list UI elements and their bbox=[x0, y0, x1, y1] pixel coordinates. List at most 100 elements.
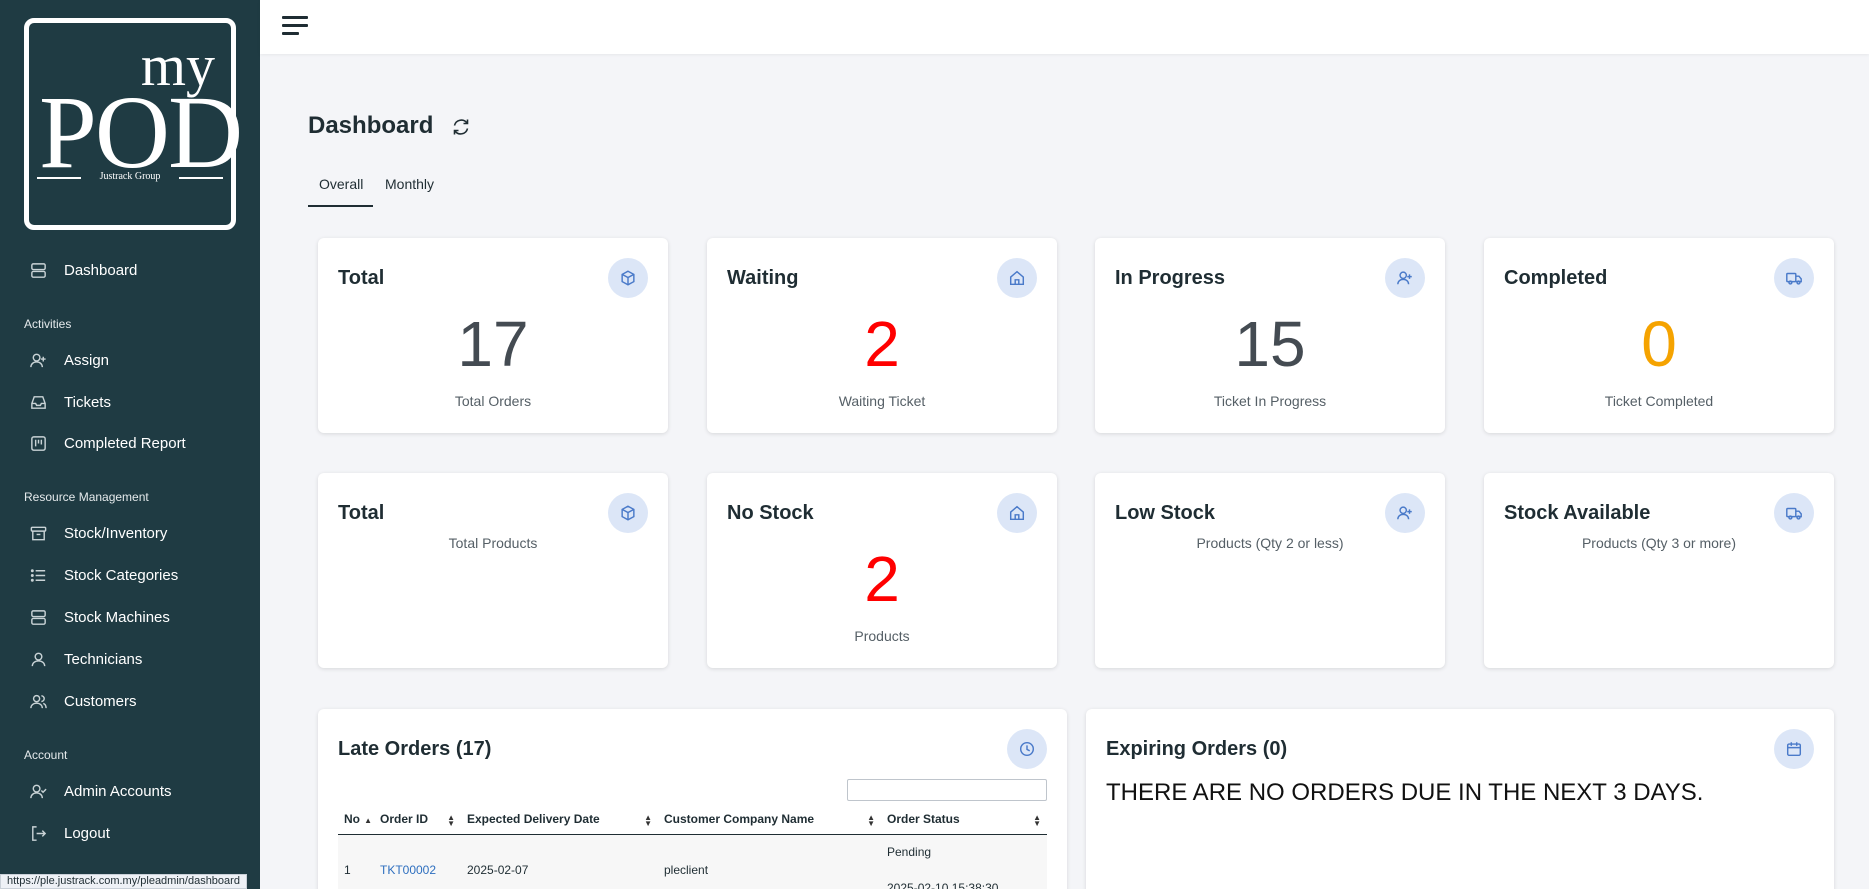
card-title: Waiting bbox=[727, 267, 799, 289]
no-expiring-orders-message: THERE ARE NO ORDERS DUE IN THE NEXT 3 DA… bbox=[1106, 779, 1704, 806]
card-caption: Total Products bbox=[448, 535, 538, 551]
column-header-order-status[interactable]: Order Status ▲ ▼ bbox=[881, 804, 1047, 835]
sidebar-item-assign[interactable]: Assign bbox=[0, 341, 260, 379]
sort-icon: ▲ ▼ bbox=[867, 813, 875, 828]
cube-icon bbox=[608, 493, 648, 533]
card-caption: Waiting Ticket bbox=[838, 393, 926, 409]
server-icon bbox=[28, 260, 48, 280]
card-title: Stock Available bbox=[1504, 502, 1651, 524]
card-title: Late Orders (17) bbox=[338, 738, 492, 760]
user-plus-icon bbox=[28, 350, 48, 370]
sidebar-item-tickets[interactable]: Tickets bbox=[0, 383, 260, 421]
sidebar-item-stock-categories[interactable]: Stock Categories bbox=[0, 556, 260, 594]
clock-icon bbox=[1007, 729, 1047, 769]
card-title: In Progress bbox=[1115, 267, 1226, 289]
column-header-no[interactable]: No ▲ bbox=[338, 804, 374, 835]
sidebar-item-dashboard[interactable]: Dashboard bbox=[0, 251, 260, 289]
truck-icon bbox=[1774, 258, 1814, 298]
card-in-progress: In Progress 15 Ticket In Progress bbox=[1095, 238, 1445, 433]
no-stock-value: 2 bbox=[864, 543, 900, 615]
users-icon bbox=[28, 691, 48, 711]
sidebar-item-completed-report[interactable]: Completed Report bbox=[0, 424, 260, 462]
card-total-products: Total Total Products bbox=[318, 473, 668, 668]
user-plus-icon bbox=[1385, 493, 1425, 533]
sidebar-item-label: Completed Report bbox=[64, 434, 186, 452]
sidebar-item-label: Stock Machines bbox=[64, 608, 170, 626]
sort-icon: ▲ ▼ bbox=[447, 813, 455, 828]
logo-divider-right bbox=[179, 177, 223, 179]
card-caption: Products (Qty 3 or more) bbox=[1581, 535, 1737, 551]
sidebar-item-label: Technicians bbox=[64, 650, 143, 668]
column-header-customer-company-name[interactable]: Customer Company Name ▲ ▼ bbox=[658, 804, 881, 835]
tab-monthly[interactable]: Monthly bbox=[385, 176, 434, 192]
tab-overall[interactable]: Overall bbox=[319, 176, 363, 192]
archive-icon bbox=[28, 523, 48, 543]
cube-icon bbox=[608, 258, 648, 298]
refresh-icon[interactable] bbox=[450, 116, 472, 138]
section-resource-management: Resource Management bbox=[24, 490, 149, 504]
sidebar-item-label: Logout bbox=[64, 824, 110, 842]
order-id-link[interactable]: TKT00002 bbox=[380, 863, 436, 877]
sidebar: my POD Justrack Group Dashboard Activiti… bbox=[0, 0, 260, 889]
sidebar-item-customers[interactable]: Customers bbox=[0, 682, 260, 720]
page-title: Dashboard bbox=[308, 112, 434, 139]
card-caption: Ticket In Progress bbox=[1213, 393, 1327, 409]
sidebar-item-label: Stock/Inventory bbox=[64, 524, 168, 542]
card-title: Low Stock bbox=[1115, 502, 1216, 524]
card-caption: Ticket Completed bbox=[1604, 393, 1714, 409]
late-orders-search-input[interactable] bbox=[847, 779, 1047, 801]
user-check-icon bbox=[28, 781, 48, 801]
column-header-expected-delivery-date[interactable]: Expected Delivery Date ▲ ▼ bbox=[461, 804, 658, 835]
order-status-text: Pending bbox=[887, 845, 932, 859]
sidebar-item-logout[interactable]: Logout bbox=[0, 814, 260, 852]
card-title: Expiring Orders (0) bbox=[1106, 738, 1288, 760]
list-icon bbox=[28, 565, 48, 585]
sort-icon: ▲ ▼ bbox=[644, 813, 652, 828]
card-caption: Total Orders bbox=[454, 393, 532, 409]
truck-icon bbox=[1774, 493, 1814, 533]
logout-icon bbox=[28, 823, 48, 843]
tab-active-indicator bbox=[308, 205, 373, 207]
card-title: Total bbox=[338, 502, 385, 524]
inbox-icon bbox=[28, 392, 48, 412]
menu-toggle-icon[interactable] bbox=[282, 16, 308, 38]
column-header-order-id[interactable]: Order ID ▲ ▼ bbox=[374, 804, 461, 835]
kanban-icon bbox=[28, 433, 48, 453]
completed-value: 0 bbox=[1641, 308, 1677, 380]
sidebar-item-technicians[interactable]: Technicians bbox=[0, 640, 260, 678]
cell-expected-delivery-date: 2025-02-07 bbox=[461, 834, 658, 889]
sidebar-item-label: Stock Categories bbox=[64, 566, 179, 584]
user-plus-icon bbox=[1385, 258, 1425, 298]
sort-asc-icon: ▲ bbox=[364, 816, 372, 825]
topbar bbox=[260, 0, 1869, 54]
cell-order-id: TKT00002 bbox=[374, 834, 461, 889]
late-orders-panel: Late Orders (17) No ▲ Order ID ▲ ▼ Expected… bbox=[318, 709, 1067, 889]
card-total-orders: Total 17 Total Orders bbox=[318, 238, 668, 433]
sidebar-item-label: Admin Accounts bbox=[64, 782, 172, 800]
home-icon bbox=[997, 258, 1037, 298]
sidebar-item-admin-accounts[interactable]: Admin Accounts bbox=[0, 772, 260, 810]
sidebar-item-label: Tickets bbox=[64, 393, 111, 411]
late-orders-table: No ▲ Order ID ▲ ▼ Expected Delivery Date ▲ ▼ … bbox=[338, 804, 1047, 889]
cell-no: 1 bbox=[338, 834, 374, 889]
card-title: No Stock bbox=[727, 502, 814, 524]
card-low-stock: Low Stock Products (Qty 2 or less) bbox=[1095, 473, 1445, 668]
sidebar-item-stock-inventory[interactable]: Stock/Inventory bbox=[0, 514, 260, 552]
card-caption: Products bbox=[854, 628, 910, 644]
order-status-time: 2025-02-10 15:38:30 bbox=[887, 881, 999, 889]
card-title: Completed bbox=[1504, 267, 1608, 289]
sidebar-item-stock-machines[interactable]: Stock Machines bbox=[0, 598, 260, 636]
section-activities: Activities bbox=[24, 317, 72, 331]
cell-order-status: Pending 2025-02-10 15:38:30 bbox=[881, 834, 1047, 889]
section-account: Account bbox=[24, 748, 68, 762]
in-progress-value: 15 bbox=[1234, 308, 1306, 380]
logo-pod-text: POD bbox=[39, 75, 243, 190]
mypod-logo[interactable]: my POD Justrack Group bbox=[24, 18, 243, 230]
card-no-stock: No Stock 2 Products bbox=[707, 473, 1057, 668]
waiting-value: 2 bbox=[864, 308, 900, 380]
calendar-icon bbox=[1774, 729, 1814, 769]
expiring-orders-panel: Expiring Orders (0) THERE ARE NO ORDERS … bbox=[1086, 709, 1834, 889]
card-stock-available: Stock Available Products (Qty 3 or more) bbox=[1484, 473, 1834, 668]
sidebar-item-label: Customers bbox=[64, 692, 137, 710]
card-title: Total bbox=[338, 267, 385, 289]
